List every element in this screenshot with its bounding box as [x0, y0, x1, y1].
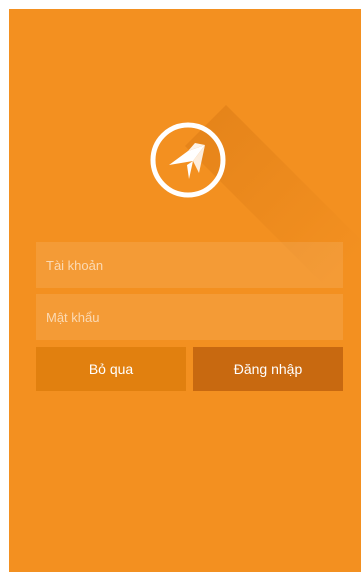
username-field[interactable] — [36, 241, 343, 289]
login-button[interactable]: Đăng nhập — [193, 347, 343, 391]
skip-button[interactable]: Bỏ qua — [36, 347, 186, 391]
username-input[interactable] — [44, 241, 343, 289]
password-input[interactable] — [44, 293, 343, 341]
password-field[interactable] — [36, 293, 343, 341]
login-screen: Bỏ qua Đăng nhập — [9, 9, 361, 572]
app-logo-icon — [150, 122, 226, 198]
